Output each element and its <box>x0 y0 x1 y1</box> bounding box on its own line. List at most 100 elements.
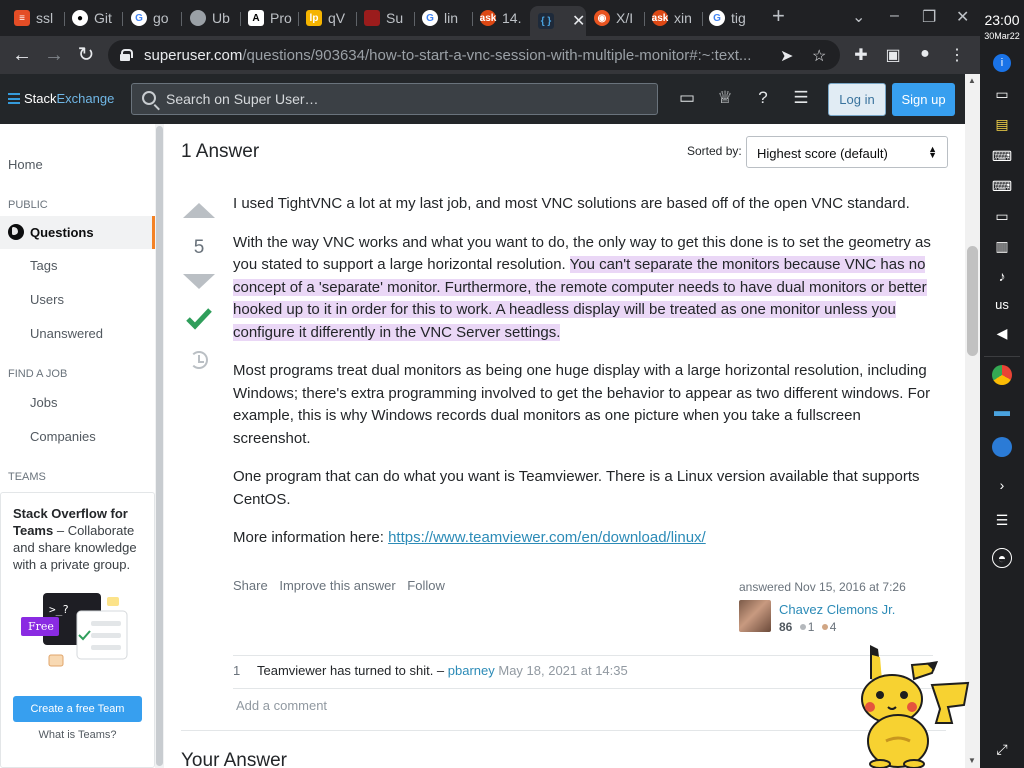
upvote-arrow-icon[interactable] <box>183 203 215 218</box>
terminal-icon[interactable]: › <box>992 475 1012 495</box>
tab-su[interactable]: Su <box>364 6 412 30</box>
avatar[interactable] <box>739 600 771 632</box>
clock-date: 30Mar22 <box>984 31 1020 41</box>
side-panel-icon[interactable]: ▣ <box>883 45 903 65</box>
extensions-puzzle-icon[interactable]: ✚ <box>851 45 871 65</box>
url-text: superuser.com/questions/903634/how-to-st… <box>144 46 752 64</box>
tab-pro[interactable]: A Pro <box>248 6 296 30</box>
expand-icon[interactable]: ⤢ <box>992 739 1012 759</box>
display-icon[interactable]: ▭ <box>992 206 1012 226</box>
nav-jobs[interactable]: Jobs <box>30 395 57 410</box>
collapse-left-icon[interactable]: ◀ <box>992 323 1012 343</box>
nav-questions[interactable]: Questions <box>0 216 155 249</box>
scroll-up-arrow-icon[interactable]: ▲ <box>968 76 976 85</box>
teams-promo: Stack Overflow for Teams – Collaborate a… <box>0 492 155 768</box>
vote-count: 5 <box>193 237 205 258</box>
tab-google-1[interactable]: Ggo <box>131 6 179 30</box>
pikachu-desktop-pet[interactable] <box>852 645 972 768</box>
your-answer-heading: Your Answer <box>181 750 287 768</box>
tab-tig[interactable]: Gtig <box>709 6 757 30</box>
signup-button[interactable]: Sign up <box>892 83 955 116</box>
what-is-teams-link[interactable]: What is Teams? <box>0 729 155 741</box>
nav-section-find-a-job: FIND A JOB <box>8 368 68 380</box>
clipboard-icon[interactable]: ▤ <box>992 114 1012 134</box>
forward-arrow-icon[interactable]: → <box>42 43 66 67</box>
restore-icon[interactable]: ❐ <box>922 7 936 27</box>
comment-date: May 18, 2021 at 14:35 <box>494 663 628 678</box>
tab-separator <box>298 12 299 26</box>
google-icon: G <box>131 10 147 26</box>
user-name-link[interactable]: Chavez Clemons Jr. <box>779 602 895 617</box>
minimize-icon[interactable]: – <box>890 7 899 25</box>
lp-icon: lp <box>306 10 322 26</box>
tab-askubuntu-2[interactable]: ask xin <box>652 6 700 30</box>
keyboard-icon[interactable]: ⌨ <box>992 146 1012 166</box>
improve-answer-link[interactable]: Improve this answer <box>279 578 395 593</box>
history-icon[interactable] <box>190 351 208 369</box>
nav-companies[interactable]: Companies <box>30 429 96 444</box>
help-icon[interactable]: ? <box>752 88 774 110</box>
sort-select[interactable]: Highest score (default) ▲ ▼ <box>746 136 948 168</box>
achievements-trophy-icon[interactable]: ♕ <box>714 88 736 110</box>
follow-link[interactable]: Follow <box>407 578 445 593</box>
profile-icon[interactable]: ● <box>915 45 935 63</box>
system-monitor-icon[interactable]: ◓ <box>992 548 1012 568</box>
login-button[interactable]: Log in <box>828 83 886 116</box>
menu-kebab-icon[interactable]: ⋮ <box>947 45 967 65</box>
browser-globe-icon[interactable] <box>992 437 1012 457</box>
tab-ub[interactable]: Ub <box>190 6 238 30</box>
close-tab-icon[interactable]: ✕ <box>572 11 585 31</box>
stackexchange-logo[interactable]: Stack Exchange <box>8 91 114 106</box>
stackexchange-menu-icon <box>8 93 20 104</box>
settings-sliders-icon[interactable]: ☰ <box>992 510 1012 530</box>
sidebar-scroll-thumb[interactable] <box>156 126 163 766</box>
page-scroll-thumb[interactable] <box>967 246 978 356</box>
tab-ssl[interactable]: ≡ ssl <box>14 6 62 30</box>
clock-time: 23:00 <box>984 12 1020 28</box>
create-free-team-button[interactable]: Create a free Team <box>13 696 142 722</box>
tab-git[interactable]: ● Git <box>72 6 120 30</box>
app-icon <box>364 10 380 26</box>
notes-icon[interactable]: ▥ <box>992 236 1012 256</box>
site-switcher-icon[interactable]: ☰ <box>790 88 812 110</box>
comment-user-link[interactable]: pbarney <box>448 663 495 678</box>
tab-qv[interactable]: lp qV <box>306 6 354 30</box>
screen: { "browser": { "tabs": [ {"label": "ssl"… <box>0 0 1024 768</box>
nav-unanswered[interactable]: Unanswered <box>30 326 103 341</box>
nav-users[interactable]: Users <box>30 292 64 307</box>
add-comment-link[interactable]: Add a comment <box>236 698 327 713</box>
nav-tags[interactable]: Tags <box>30 258 57 273</box>
chrome-icon[interactable] <box>992 365 1012 385</box>
site-search-input[interactable]: Search on Super User… <box>131 83 658 115</box>
document-icon: ≡ <box>14 10 30 26</box>
volume-muted-icon[interactable]: ♪ <box>992 266 1012 286</box>
answer-body: I used TightVNC a lot at my last job, an… <box>233 193 933 566</box>
downvote-arrow-icon[interactable] <box>183 274 215 289</box>
free-badge: Free <box>28 620 54 633</box>
tab-search-chevron-icon[interactable]: ⌄ <box>852 7 865 27</box>
teamviewer-link[interactable]: https://www.teamviewer.com/en/download/l… <box>388 529 706 546</box>
keyboard-2-icon[interactable]: ⌨ <box>992 176 1012 196</box>
tab-lin[interactable]: Glin <box>422 6 470 30</box>
select-arrows-icon: ▲ ▼ <box>928 144 937 160</box>
reload-icon[interactable]: ↻ <box>74 43 98 67</box>
tab-xi[interactable]: ◉ X/I <box>594 6 642 30</box>
bookmark-star-icon[interactable]: ☆ <box>812 46 826 66</box>
tab-separator <box>181 12 182 26</box>
back-arrow-icon[interactable]: ← <box>10 43 34 67</box>
info-icon[interactable]: i <box>993 54 1011 72</box>
sidebar-scrollbar[interactable] <box>155 124 164 768</box>
files-folder-icon[interactable]: ▬ <box>992 402 1012 422</box>
keyboard-layout[interactable]: us <box>980 297 1024 312</box>
address-bar[interactable]: superuser.com/questions/903634/how-to-st… <box>108 40 840 70</box>
monitor-icon[interactable]: ▭ <box>992 84 1012 104</box>
new-tab-button[interactable]: + <box>772 3 785 29</box>
send-icon[interactable]: ➤ <box>780 46 793 66</box>
tab-askubuntu-1[interactable]: ask 14. <box>480 6 528 30</box>
inbox-icon[interactable]: ▭ <box>676 88 698 110</box>
share-link[interactable]: Share <box>233 578 268 593</box>
system-panel: 23:00 30Mar22 i ▭ ▤ ⌨ ⌨ ▭ ▥ ♪ us ◀ ▬ › ☰… <box>980 0 1024 768</box>
close-window-icon[interactable]: ✕ <box>956 7 969 27</box>
nav-home[interactable]: Home <box>8 157 43 172</box>
tab-superuser-active[interactable]: { } ✕ <box>530 6 586 36</box>
